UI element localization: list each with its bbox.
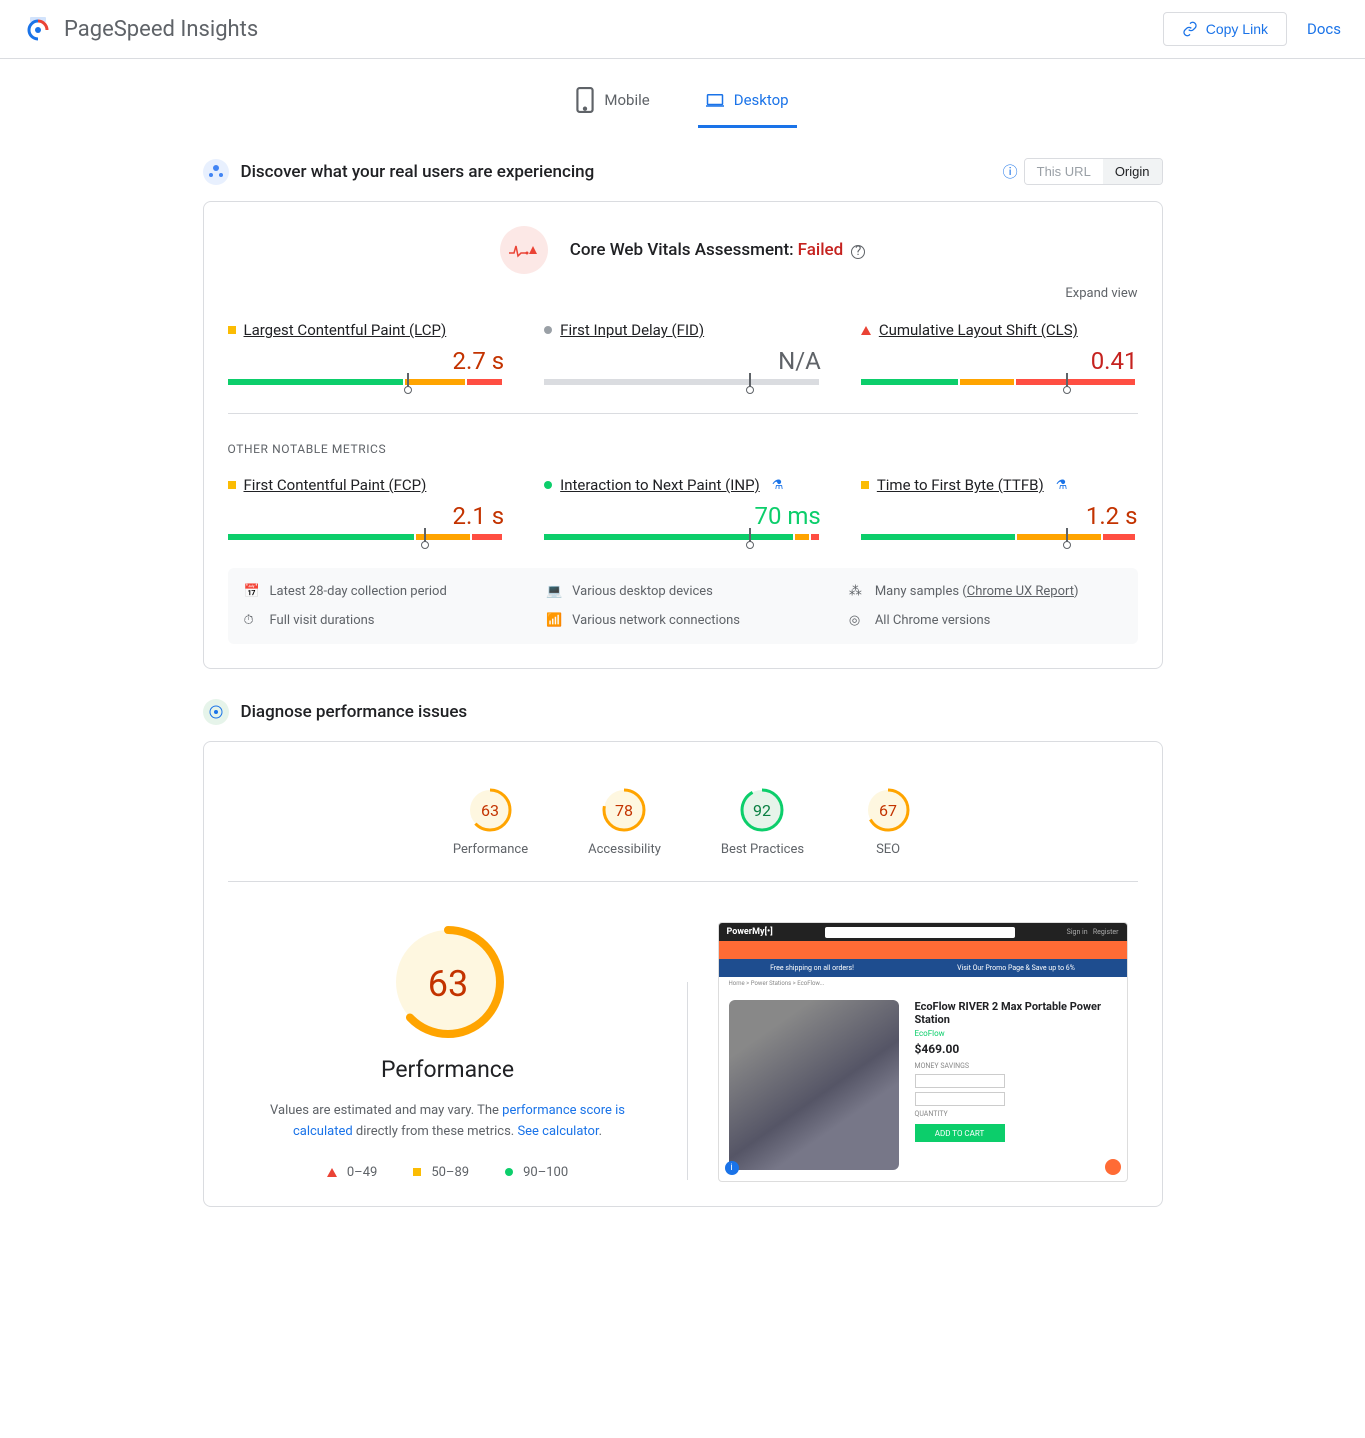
square-marker-icon xyxy=(228,481,236,489)
metric-lcp[interactable]: Largest Contentful Paint (LCP) xyxy=(244,321,447,339)
square-marker-icon xyxy=(861,481,869,489)
phone-icon xyxy=(576,87,594,113)
toggle-origin[interactable]: Origin xyxy=(1103,159,1162,184)
circle-marker-icon xyxy=(544,481,552,489)
svg-text:92: 92 xyxy=(753,801,771,820)
metric-fid-bar xyxy=(544,379,821,385)
performance-gauge: 63 xyxy=(388,922,508,1042)
metric-lcp-value: 2.7 s xyxy=(228,347,505,375)
svg-text:63: 63 xyxy=(427,963,467,1005)
svg-text:63: 63 xyxy=(481,801,499,820)
metric-fcp-bar xyxy=(228,534,505,540)
metric-fcp-value: 2.1 s xyxy=(228,502,505,530)
score-performance[interactable]: 63 Performance xyxy=(453,786,528,857)
metric-lcp-bar xyxy=(228,379,505,385)
docs-link[interactable]: Docs xyxy=(1307,20,1341,38)
timer-icon: ⏱ xyxy=(244,613,260,628)
lab-section-title: Diagnose performance issues xyxy=(241,702,468,722)
score-accessibility[interactable]: 78 Accessibility xyxy=(588,786,661,857)
circle-marker-icon xyxy=(544,326,552,334)
copy-link-button[interactable]: Copy Link xyxy=(1163,12,1287,46)
cwv-assessment-label: Core Web Vitals Assessment: xyxy=(570,240,794,260)
flask-icon[interactable]: ⚗ xyxy=(772,478,784,493)
score-seo[interactable]: 67 SEO xyxy=(864,786,912,857)
help-icon[interactable]: ? xyxy=(851,245,865,259)
field-data-icon xyxy=(203,159,229,185)
metric-fid[interactable]: First Input Delay (FID) xyxy=(560,321,704,339)
chrome-icon: ◎ xyxy=(849,613,865,628)
tab-desktop[interactable]: Desktop xyxy=(698,75,797,128)
calendar-icon: 📅 xyxy=(244,584,260,599)
app-title: PageSpeed Insights xyxy=(64,17,258,42)
scope-toggle: This URL Origin xyxy=(1024,158,1163,185)
tab-mobile[interactable]: Mobile xyxy=(568,75,657,128)
info-icon[interactable]: ⓘ xyxy=(1003,161,1018,182)
triangle-marker-icon xyxy=(861,326,871,335)
svg-text:78: 78 xyxy=(615,801,633,820)
square-marker-icon xyxy=(228,326,236,334)
page-screenshot: PowerMy[•]Sign in Register Free shipping… xyxy=(718,922,1128,1182)
cwv-badge-icon xyxy=(500,226,548,274)
score-best-practices[interactable]: 92 Best Practices xyxy=(721,786,804,857)
crux-link[interactable]: Chrome UX Report xyxy=(967,584,1074,599)
metric-inp[interactable]: Interaction to Next Paint (INP) xyxy=(560,476,760,494)
link-icon xyxy=(1182,21,1198,37)
chat-badge-icon xyxy=(1105,1159,1121,1175)
circle-marker-icon xyxy=(505,1168,513,1176)
desktop-icon xyxy=(706,87,724,113)
other-metrics-title: OTHER NOTABLE METRICS xyxy=(228,442,1138,456)
info-period: Latest 28-day collection period xyxy=(270,584,447,599)
metric-fcp[interactable]: First Contentful Paint (FCP) xyxy=(244,476,427,494)
lab-data-icon xyxy=(203,699,229,725)
info-durations: Full visit durations xyxy=(270,613,375,628)
metric-inp-bar xyxy=(544,534,821,540)
svg-text:67: 67 xyxy=(879,801,897,820)
metric-ttfb-value: 1.2 s xyxy=(861,502,1138,530)
expand-view-link[interactable]: Expand view xyxy=(228,286,1138,301)
metric-inp-value: 70 ms xyxy=(544,502,821,530)
toggle-this-url[interactable]: This URL xyxy=(1025,159,1103,184)
info-network: Various network connections xyxy=(572,613,740,628)
psi-logo-icon xyxy=(24,15,52,43)
see-calculator-link[interactable]: See calculator xyxy=(517,1124,598,1139)
samples-icon: ⁂ xyxy=(849,584,865,599)
metric-fid-value: N/A xyxy=(544,347,821,375)
metric-cls-value: 0.41 xyxy=(861,347,1138,375)
flask-icon[interactable]: ⚗ xyxy=(1056,478,1068,493)
square-marker-icon xyxy=(413,1168,421,1176)
perf-desc: Values are estimated and may vary. The p… xyxy=(258,1101,638,1143)
info-devices: Various desktop devices xyxy=(572,584,713,599)
info-samples: Many samples (Chrome UX Report) xyxy=(875,584,1079,599)
devices-icon: 💻 xyxy=(546,584,562,599)
metric-cls[interactable]: Cumulative Layout Shift (CLS) xyxy=(879,321,1078,339)
network-icon: 📶 xyxy=(546,613,562,628)
info-chrome: All Chrome versions xyxy=(875,613,991,628)
perf-title: Performance xyxy=(381,1056,514,1083)
info-badge-icon: i xyxy=(725,1161,739,1175)
metric-ttfb[interactable]: Time to First Byte (TTFB) xyxy=(877,476,1044,494)
cwv-status: Failed xyxy=(798,240,844,260)
metric-ttfb-bar xyxy=(861,534,1138,540)
field-section-title: Discover what your real users are experi… xyxy=(241,162,595,182)
triangle-marker-icon xyxy=(327,1168,337,1177)
metric-cls-bar xyxy=(861,379,1138,385)
